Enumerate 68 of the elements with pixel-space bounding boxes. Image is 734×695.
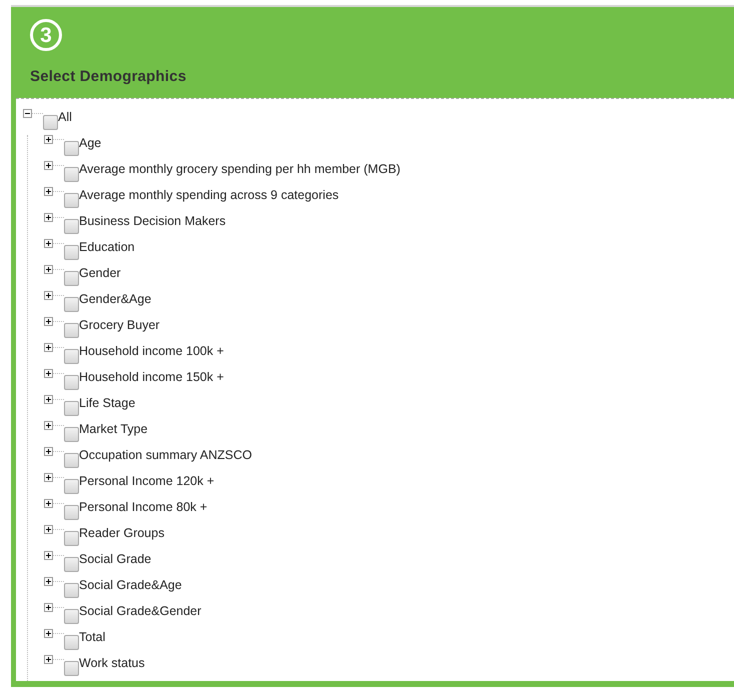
collapse-icon[interactable] xyxy=(23,109,32,118)
checkbox[interactable] xyxy=(64,661,79,676)
tree-item-label[interactable]: Education xyxy=(79,239,135,255)
tree-item-label[interactable]: Social Grade xyxy=(79,551,152,567)
tree-item-label[interactable]: All xyxy=(58,109,72,125)
tree-item-label[interactable]: Market Type xyxy=(79,421,148,437)
checkbox[interactable] xyxy=(64,167,79,182)
tree-item-label[interactable]: Social Grade&Age xyxy=(79,577,182,593)
expand-icon[interactable] xyxy=(44,317,53,326)
tree-item-label[interactable]: Household income 100k + xyxy=(79,343,224,359)
tree-item-label[interactable]: Business Decision Makers xyxy=(79,213,226,229)
expand-icon[interactable] xyxy=(44,447,53,456)
expand-icon[interactable] xyxy=(44,239,53,248)
tree-item-label[interactable]: Work status xyxy=(79,655,145,671)
checkbox[interactable] xyxy=(64,193,79,208)
expand-icon[interactable] xyxy=(44,135,53,144)
expand-icon[interactable] xyxy=(44,655,53,664)
step-number: 3 xyxy=(30,19,62,51)
tree-item-label[interactable]: Reader Groups xyxy=(79,525,164,541)
expand-icon[interactable] xyxy=(44,265,53,274)
expand-icon[interactable] xyxy=(44,369,53,378)
checkbox[interactable] xyxy=(64,349,79,364)
tree-item-label[interactable]: Personal Income 120k + xyxy=(79,473,214,489)
checkbox[interactable] xyxy=(64,271,79,286)
checkbox[interactable] xyxy=(64,323,79,338)
expand-icon[interactable] xyxy=(44,603,53,612)
checkbox[interactable] xyxy=(64,219,79,234)
expand-icon[interactable] xyxy=(44,577,53,586)
expand-icon[interactable] xyxy=(44,395,53,404)
tree-item-label[interactable]: Grocery Buyer xyxy=(79,317,160,333)
checkbox[interactable] xyxy=(64,375,79,390)
checkbox[interactable] xyxy=(43,115,58,130)
checkbox[interactable] xyxy=(64,401,79,416)
tree-item-label[interactable]: Gender xyxy=(79,265,121,281)
checkbox[interactable] xyxy=(64,141,79,156)
expand-icon[interactable] xyxy=(44,551,53,560)
checkbox[interactable] xyxy=(64,557,79,572)
expand-icon[interactable] xyxy=(44,473,53,482)
checkbox[interactable] xyxy=(64,479,79,494)
tree-item-label[interactable]: Social Grade&Gender xyxy=(79,603,202,619)
tree-item-label[interactable]: Total xyxy=(79,629,106,645)
expand-icon[interactable] xyxy=(44,343,53,352)
tree-item-label[interactable]: Life Stage xyxy=(79,395,136,411)
checkbox[interactable] xyxy=(64,427,79,442)
tree-item-label[interactable]: Gender&Age xyxy=(79,291,152,307)
checkbox[interactable] xyxy=(64,609,79,624)
tree-item-label[interactable]: Personal Income 80k + xyxy=(79,499,208,515)
expand-icon[interactable] xyxy=(44,187,53,196)
checkbox[interactable] xyxy=(64,245,79,260)
checkbox[interactable] xyxy=(64,635,79,650)
checkbox[interactable] xyxy=(64,531,79,546)
tree-item-label[interactable]: Occupation summary ANZSCO xyxy=(79,447,252,463)
checkbox[interactable] xyxy=(64,297,79,312)
section-title: Select Demographics xyxy=(30,68,188,85)
checkbox[interactable] xyxy=(64,453,79,468)
tree-item-label[interactable]: Household income 150k + xyxy=(79,369,224,385)
tree-item-label[interactable]: Age xyxy=(79,135,102,151)
tree-item-label[interactable]: Average monthly grocery spending per hh member (MGB) xyxy=(79,161,400,177)
expand-icon[interactable] xyxy=(44,499,53,508)
expand-icon[interactable] xyxy=(44,291,53,300)
checkbox[interactable] xyxy=(64,583,79,598)
expand-icon[interactable] xyxy=(44,161,53,170)
expand-icon[interactable] xyxy=(44,525,53,534)
checkbox[interactable] xyxy=(64,505,79,520)
expand-icon[interactable] xyxy=(44,421,53,430)
expand-icon[interactable] xyxy=(44,629,53,638)
expand-icon[interactable] xyxy=(44,213,53,222)
tree-item-label[interactable]: Average monthly spending across 9 categories xyxy=(79,187,339,203)
